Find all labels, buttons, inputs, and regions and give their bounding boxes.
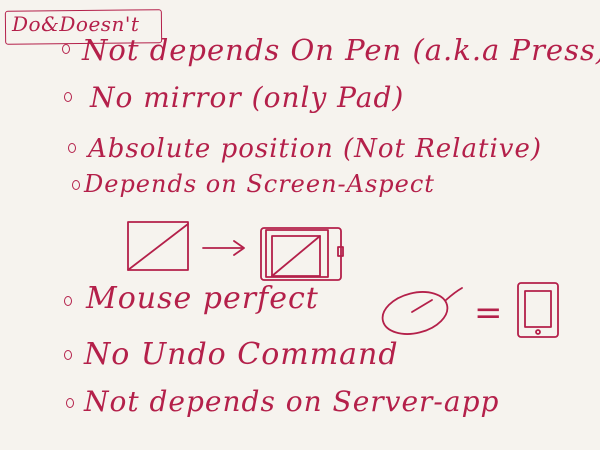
- note-page: Do&Doesn't Not depends On Pen (a.k.a Pre…: [0, 0, 600, 450]
- mouse-icon: [381, 287, 463, 335]
- arrow-right-icon: [202, 240, 245, 256]
- aspect-source-sketch: [127, 221, 189, 271]
- tablet-icon: [517, 282, 559, 338]
- tablet-aspect-sketch: [260, 227, 344, 281]
- sketch-layer: [127, 221, 559, 338]
